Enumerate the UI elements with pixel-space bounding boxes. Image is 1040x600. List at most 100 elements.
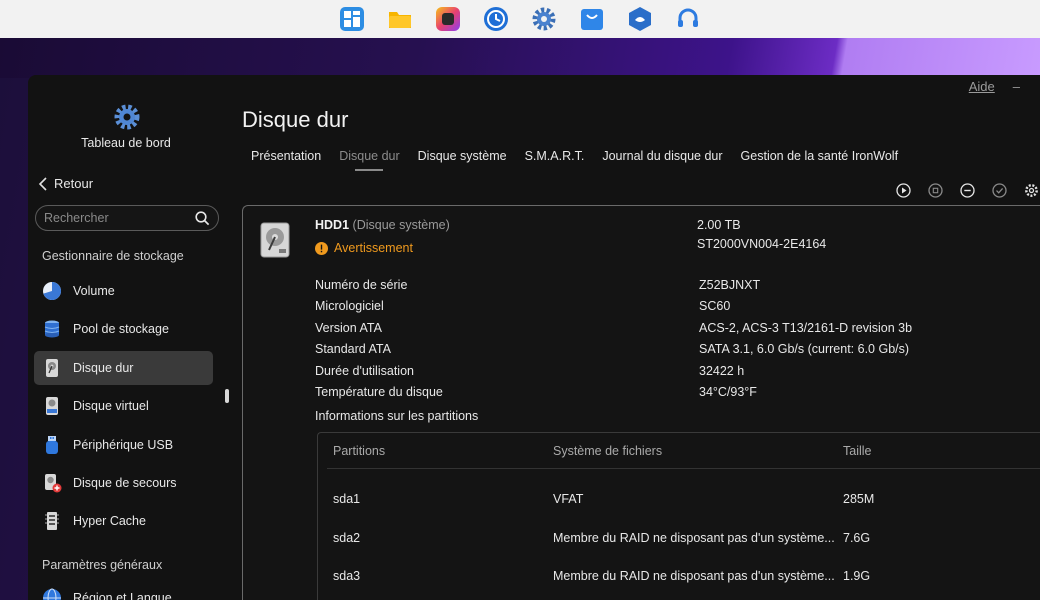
detail-label: Version ATA [315,321,382,335]
sidebar-item-label: Périphérique USB [73,438,174,452]
disk-model: ST2000VN004-2E4164 [697,237,827,251]
minus-circle-icon[interactable] [959,182,976,199]
sidebar: Tableau de bord Retour Gestionnaire de s… [28,75,229,600]
disk-detail-panel: HDD1 (Disque système) Avertissement 2.00… [242,205,1040,600]
sidebar-item-label: Pool de stockage [73,322,169,336]
sidebar-item-hard-disk[interactable]: Disque dur [34,351,213,385]
disk-name: HDD1 [315,218,350,232]
hyper-cache-icon [42,511,62,531]
partition-filesystem: VFAT [553,492,584,506]
sidebar-item-label: Hyper Cache [73,514,146,528]
partition-name: sda1 [333,492,361,506]
back-button[interactable]: Retour [38,176,93,191]
sidebar-item-region-language[interactable]: Région et Langue [34,581,213,600]
sidebar-item-usb-device[interactable]: Périphérique USB [34,428,213,462]
sidebar-item-storage-pool[interactable]: Pool de stockage [34,312,213,346]
detail-value: 34°C/93°F [699,385,757,399]
sidebar-item-spare-disk[interactable]: Disque de secours [34,466,213,500]
gear-icon[interactable] [527,4,561,34]
table-row[interactable]: sda3 Membre du RAID ne disposant pas d'u… [318,569,1040,589]
column-header[interactable]: Taille [843,444,872,458]
warning-icon [315,241,328,255]
storage-manager-window: Aide – Tableau de bord Retour Gestionnai… [28,75,1040,600]
sidebar-item-volume[interactable]: Volume [34,274,213,308]
disk-status: Avertissement [315,241,413,255]
status-label: Avertissement [334,241,413,255]
hard-disk-icon [260,222,290,258]
partition-size: 285M [843,492,875,506]
main-content: Disque dur Présentation Disque dur Disqu… [242,75,1040,600]
sidebar-item-hyper-cache[interactable]: Hyper Cache [34,504,213,538]
chevron-left-icon [38,176,47,191]
disk-capacity: 2.00 TB [697,218,741,232]
sidebar-item-label: Disque virtuel [73,399,149,413]
partition-name: sda3 [333,569,361,583]
partition-name: sda2 [333,531,361,545]
detail-value: SC60 [699,299,731,313]
tab-system-disk[interactable]: Disque système [418,149,507,171]
photo-app-icon[interactable] [431,4,465,34]
back-label: Retour [54,176,94,191]
sidebar-scrollbar[interactable] [225,389,229,403]
app-grid-icon[interactable] [335,4,369,34]
section-general-settings: Paramètres généraux [42,558,163,572]
play-icon[interactable] [895,182,912,199]
dashboard-label[interactable]: Tableau de bord [28,136,224,150]
detail-value: 32422 h [699,364,745,378]
table-row[interactable]: sda1 VFAT 285M [318,492,1040,512]
partition-size: 7.6G [843,531,871,545]
check-circle-icon[interactable] [991,182,1008,199]
partition-filesystem: Membre du RAID ne disposant pas d'un sys… [553,569,835,583]
header-divider [327,468,1040,469]
sidebar-item-label: Volume [73,284,115,298]
tab-ironwolf-health[interactable]: Gestion de la santé IronWolf [741,149,899,171]
partitions-title: Informations sur les partitions [315,409,479,423]
section-storage-manager: Gestionnaire de stockage [42,249,184,263]
tab-presentation[interactable]: Présentation [251,149,321,171]
desktop-wallpaper [0,38,1040,78]
column-header[interactable]: Partitions [333,444,385,458]
detail-value: SATA 3.1, 6.0 Gb/s (current: 6.0 Gb/s) [699,342,910,356]
table-row[interactable]: sda2 Membre du RAID ne disposant pas d'u… [318,531,1040,551]
disk-subtitle: (Disque système) [352,218,450,232]
dock [0,0,1040,38]
page-title: Disque dur [242,107,349,132]
column-header[interactable]: Système de fichiers [553,444,662,458]
partition-size: 1.9G [843,569,871,583]
partitions-table: Partitions Système de fichiers Taille sd… [317,432,1040,600]
clock-backup-icon[interactable] [479,4,513,34]
detail-value: ACS-2, ACS-3 T13/2161-D revision 3b [699,321,913,335]
gear-icon[interactable] [1023,182,1040,199]
search-icon[interactable] [195,210,210,226]
tab-hard-disk[interactable]: Disque dur [339,149,400,171]
sidebar-item-label: Disque dur [73,361,134,375]
detail-label: Micrologiciel [315,299,384,313]
spare-disk-icon [42,473,62,493]
sidebar-item-virtual-disk[interactable]: Disque virtuel [34,389,213,423]
globe-icon [42,588,62,600]
usb-device-icon [42,435,62,455]
stop-icon[interactable] [927,182,944,199]
app-store-icon[interactable] [575,4,609,34]
folder-icon[interactable] [383,4,417,34]
disk-toolbar [895,182,1040,199]
hard-disk-icon [42,358,62,378]
gear-icon[interactable] [113,103,141,131]
storage-pool-icon [42,319,62,339]
headset-support-icon[interactable] [671,4,705,34]
tab-disk-log[interactable]: Journal du disque dur [602,149,722,171]
detail-value: Z52BJNXT [699,278,761,292]
sidebar-item-label: Région et Langue [73,591,172,600]
detail-label: Température du disque [315,385,443,399]
search-input[interactable] [44,211,194,225]
sidebar-item-label: Disque de secours [73,476,177,490]
detail-label: Standard ATA [315,342,391,356]
partition-filesystem: Membre du RAID ne disposant pas d'un sys… [553,531,835,545]
container-icon[interactable] [623,4,657,34]
search-box[interactable] [35,205,219,231]
detail-label: Durée d'utilisation [315,364,414,378]
tab-smart[interactable]: S.M.A.R.T. [525,149,585,171]
virtual-disk-icon [42,396,62,416]
tab-bar: Présentation Disque dur Disque système S… [251,149,898,171]
disk-title: HDD1 (Disque système) [315,218,450,232]
